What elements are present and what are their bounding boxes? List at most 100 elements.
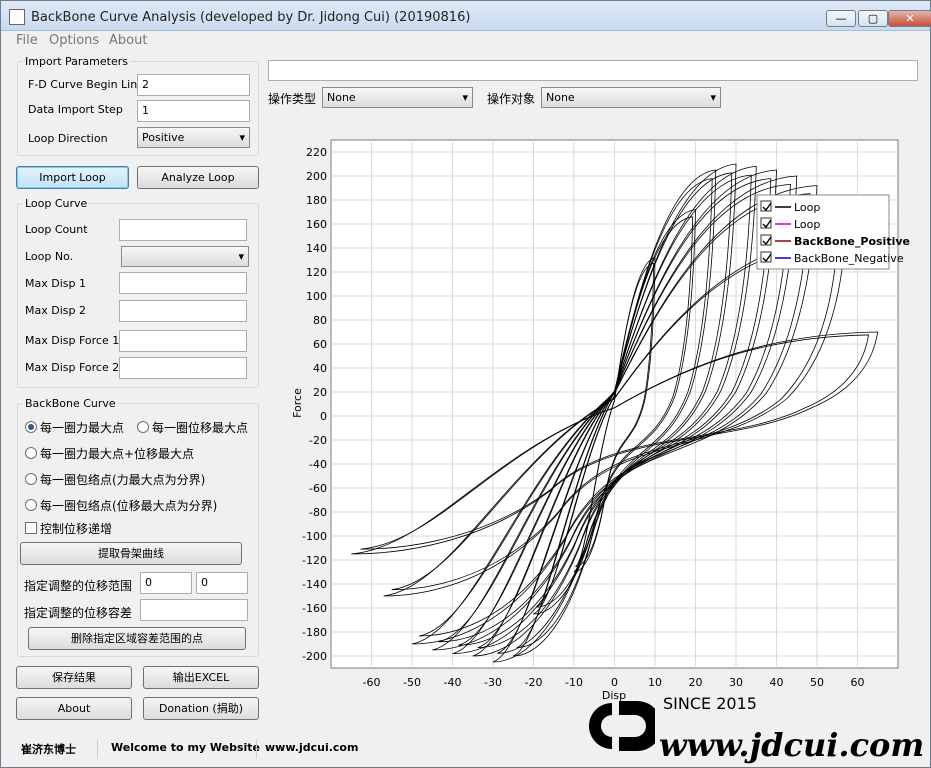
x-tick-label: -40 [444,676,462,689]
menu-options[interactable]: Options [49,33,99,48]
menu-file[interactable]: File [16,33,38,48]
loop-no-label: Loop No. [25,250,74,263]
watermark-site: www.jdcui.com [659,726,925,764]
chart-legend: Loop Loop BackBone_Positive BackBone_Negati… [756,194,910,270]
x-tick-label: 20 [689,676,703,689]
loop-direction-select[interactable]: Positive [137,127,250,148]
x-tick-label: -10 [565,676,583,689]
max-disp-force-2-label: Max Disp Force 2 [25,361,120,374]
about-button[interactable]: About [16,697,132,720]
loop-count-input[interactable] [119,219,247,241]
y-tick-label: -200 [302,650,327,663]
x-tick-label: 0 [611,676,618,689]
max-disp-1-input[interactable] [119,272,247,294]
range-label: 指定调整的位移范围 [24,579,133,593]
max-disp-force-1-input[interactable] [119,330,247,352]
loop-count-label: Loop Count [25,223,88,236]
max-disp-2-input[interactable] [119,300,247,322]
legend-entry: BackBone_Negative [794,252,904,265]
y-tick-label: 80 [313,314,327,327]
extract-backbone-button[interactable]: 提取骨架曲线 [20,542,242,565]
radio-force-max[interactable] [25,421,37,433]
y-tick-label: 220 [306,146,327,159]
tolerance-input[interactable] [140,599,248,621]
y-tick-label: -180 [302,626,327,639]
menu-about[interactable]: About [109,33,147,48]
chart-svg: -60 -50 -40 -30 -20 -10 0 10 20 30 40 50 60 -200 -180 -… [291,139,910,702]
watermark-since: SINCE 2015 [663,694,757,713]
y-tick-label: -120 [302,554,327,567]
max-disp-force-2-input[interactable] [119,357,247,379]
import-loop-button[interactable]: Import Loop [16,166,129,189]
operation-object-select[interactable]: None [541,87,721,108]
radio-envelope-force[interactable] [25,473,37,485]
close-button[interactable]: ✕ [888,10,931,27]
jdcui-watermark: SINCE 2015 www.jdcui.com [577,689,929,765]
y-tick-label: -160 [302,602,327,615]
y-tick-label: 60 [313,338,327,351]
tolerance-label: 指定调整的位移容差 [24,606,133,620]
y-axis-label: Force [291,388,304,418]
import-step-input[interactable]: 1 [137,100,250,122]
export-excel-button[interactable]: 输出EXCEL [143,666,259,689]
monotonic-label: 控制位移递增 [40,522,113,536]
legend-entry: BackBone_Positive [794,235,910,248]
radio-force-disp-max[interactable] [25,447,37,459]
main-window: BackBone Curve Analysis (developed by Dr… [0,0,931,768]
backbone-curve-group: BackBone Curve 每一圈力最大点 每一圈位移最大点 每一圈力最大点+… [17,397,259,657]
y-tick-label: 140 [306,242,327,255]
title-bar: BackBone Curve Analysis (developed by Dr… [1,1,931,31]
y-tick-label: 180 [306,194,327,207]
monotonic-checkbox[interactable] [25,522,37,534]
y-tick-label: 20 [313,386,327,399]
x-tick-label: 10 [648,676,662,689]
delete-points-button[interactable]: 删除指定区域容差范围的点 [28,627,246,650]
force-disp-chart: -60 -50 -40 -30 -20 -10 0 10 20 30 40 50 60 -200 -180 -… [267,138,927,706]
donation-button[interactable]: Donation (捐助) [143,697,259,720]
operation-type-label: 操作类型 [268,92,317,106]
x-tick-label: -30 [484,676,502,689]
legend-entry: Loop [794,201,820,214]
loop-direction-label: Loop Direction [28,132,108,145]
operation-type-select[interactable]: None [322,87,473,108]
begin-line-label: F-D Curve Begin Line [28,78,144,91]
import-parameters-title: Import Parameters [23,55,130,68]
x-tick-label: 50 [810,676,824,689]
radio-envelope-disp-label: 每一圈包络点(位移最大点为分界) [40,499,218,513]
import-step-label: Data Import Step [28,103,123,116]
loop-no-select[interactable] [121,246,249,267]
maximize-button[interactable]: ▢ [858,10,888,27]
status-author: 崔济东博士 [21,743,76,756]
minimize-button[interactable]: — [826,10,856,27]
y-tick-label: -60 [309,482,327,495]
x-tick-label: 30 [729,676,743,689]
y-tick-label: 40 [313,362,327,375]
x-tick-label: -60 [363,676,381,689]
command-input[interactable] [268,60,918,81]
legend-entry: Loop [794,218,820,231]
status-welcome: Welcome to my Website [111,741,261,754]
x-tick-label: -20 [525,676,543,689]
range-to-input[interactable]: 0 [196,572,248,594]
operation-object-label: 操作对象 [487,92,536,106]
max-disp-2-label: Max Disp 2 [25,304,86,317]
status-url[interactable]: www.jdcui.com [265,741,358,754]
y-tick-label: 120 [306,266,327,279]
save-results-button[interactable]: 保存结果 [16,666,132,689]
analyze-loop-button[interactable]: Analyze Loop [137,166,259,189]
range-from-input[interactable]: 0 [140,572,192,594]
max-disp-1-label: Max Disp 1 [25,277,86,290]
window-title: BackBone Curve Analysis (developed by Dr… [31,10,471,25]
radio-force-max-label: 每一圈力最大点 [40,421,125,435]
status-separator [256,739,257,759]
x-tick-label: -50 [403,676,421,689]
radio-disp-max[interactable] [137,421,149,433]
radio-envelope-disp[interactable] [25,499,37,511]
y-tick-label: 100 [306,290,327,303]
status-separator [97,739,98,759]
y-tick-label: -140 [302,578,327,591]
max-disp-force-1-label: Max Disp Force 1 [25,334,120,347]
begin-line-input[interactable]: 2 [137,74,250,96]
y-tick-label: -80 [309,506,327,519]
import-parameters-group: Import Parameters F-D Curve Begin Line 2… [17,55,259,156]
